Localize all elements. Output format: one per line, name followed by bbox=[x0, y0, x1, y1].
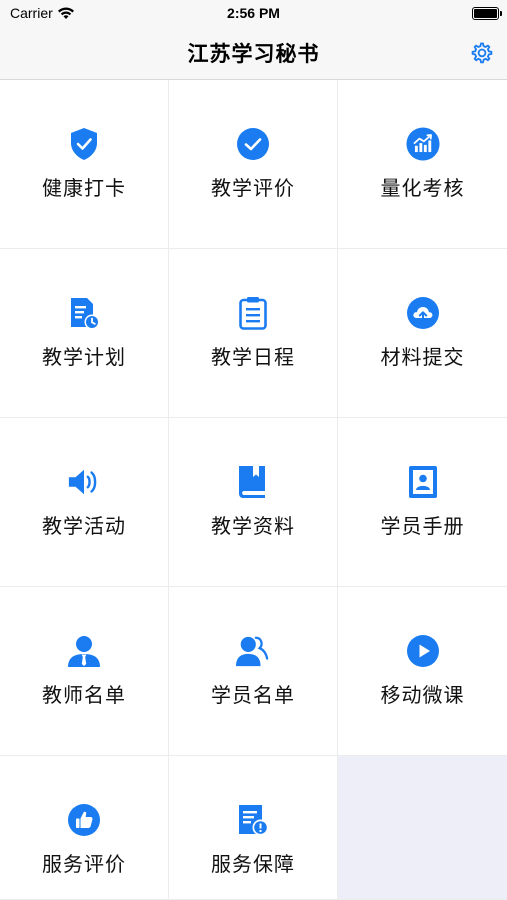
gear-icon bbox=[470, 41, 494, 65]
grid-item-label: 移动微课 bbox=[380, 683, 465, 707]
document-alert-icon bbox=[236, 803, 270, 837]
document-clock-icon bbox=[67, 296, 101, 330]
grid-item-label: 教学资料 bbox=[211, 514, 295, 538]
grid-item-label: 材料提交 bbox=[380, 345, 465, 369]
battery-icon bbox=[472, 7, 502, 20]
cloud-upload-icon bbox=[406, 296, 440, 330]
settings-button[interactable] bbox=[469, 40, 495, 66]
grid-item-material-submission[interactable]: 材料提交 bbox=[338, 249, 507, 418]
grid-item-label: 教师名单 bbox=[42, 683, 126, 707]
grid-item-label: 量化考核 bbox=[380, 176, 465, 200]
grid-item-label: 教学日程 bbox=[211, 345, 295, 369]
chart-circle-icon bbox=[405, 127, 440, 161]
status-time: 2:56 PM bbox=[227, 5, 280, 21]
grid-item-student-list[interactable]: 学员名单 bbox=[169, 587, 338, 756]
grid-item-teaching-materials[interactable]: 教学资料 bbox=[169, 418, 338, 587]
check-circle-icon bbox=[236, 127, 270, 161]
grid-item-mobile-microcourse[interactable]: 移动微课 bbox=[338, 587, 507, 756]
grid-item-label: 服务保障 bbox=[211, 852, 295, 876]
page-title: 江苏学习秘书 bbox=[187, 42, 320, 66]
grid-item-teaching-schedule[interactable]: 教学日程 bbox=[169, 249, 338, 418]
speaker-icon bbox=[67, 465, 101, 499]
grid-item-label: 学员名单 bbox=[211, 683, 295, 707]
grid-item-label: 教学评价 bbox=[211, 176, 295, 200]
grid-item-label: 健康打卡 bbox=[42, 176, 126, 200]
clipboard-icon bbox=[236, 296, 270, 330]
thumbs-up-icon bbox=[67, 803, 101, 837]
empty-grid-cell bbox=[338, 756, 507, 900]
grid-item-label: 教学计划 bbox=[42, 345, 126, 369]
book-icon bbox=[236, 465, 270, 499]
grid-item-teaching-evaluation[interactable]: 教学评价 bbox=[169, 80, 338, 249]
grid-item-teacher-list[interactable]: 教师名单 bbox=[0, 587, 169, 756]
students-icon bbox=[236, 634, 270, 668]
grid-item-label: 服务评价 bbox=[42, 852, 126, 876]
shield-check-icon bbox=[67, 127, 101, 161]
contact-book-icon bbox=[406, 465, 440, 499]
grid-item-health-checkin[interactable]: 健康打卡 bbox=[0, 80, 169, 249]
play-circle-icon bbox=[406, 634, 440, 668]
grid-item-service-support[interactable]: 服务保障 bbox=[169, 756, 338, 900]
grid-item-teaching-plan[interactable]: 教学计划 bbox=[0, 249, 169, 418]
teacher-icon bbox=[67, 634, 101, 668]
status-bar: Carrier 2:56 PM bbox=[0, 0, 507, 28]
grid-item-teaching-activities[interactable]: 教学活动 bbox=[0, 418, 169, 587]
nav-bar: 江苏学习秘书 bbox=[0, 28, 507, 80]
grid-item-service-evaluation[interactable]: 服务评价 bbox=[0, 756, 169, 900]
grid-item-label: 学员手册 bbox=[380, 514, 465, 538]
grid-item-student-handbook[interactable]: 学员手册 bbox=[338, 418, 507, 587]
feature-grid: 健康打卡 教学评价 量化考核 教学计划 教学日程 材料提交 教学活动 教学资料 … bbox=[0, 80, 507, 900]
grid-item-label: 教学活动 bbox=[42, 514, 126, 538]
grid-item-quantitative-assessment[interactable]: 量化考核 bbox=[338, 80, 507, 249]
